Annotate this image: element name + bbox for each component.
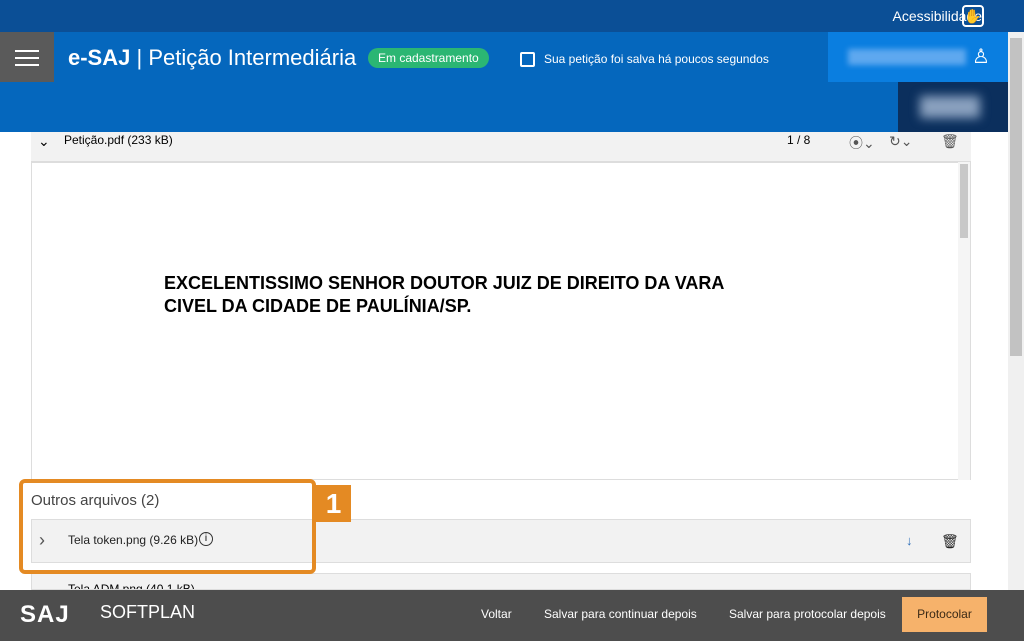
protocolar-button[interactable]: Protocolar xyxy=(902,597,987,632)
page-title: e-SAJ | Petição Intermediária xyxy=(68,45,356,71)
pdf-viewer xyxy=(31,162,971,480)
pdf-line-1: EXCELENTISSIMO SENHOR DOUTOR JUIZ DE DIR… xyxy=(164,273,725,293)
page-counter: 1 / 8 xyxy=(787,133,811,147)
user-menu[interactable]: ♙ xyxy=(828,32,1008,82)
blurred-logo xyxy=(920,96,980,118)
save-icon xyxy=(520,52,535,67)
user-icon[interactable]: ♙ xyxy=(972,44,990,69)
file-name-truncated: Tela ADM.png (40.1 kB) xyxy=(68,582,195,590)
trash-icon[interactable]: 🗑 xyxy=(941,533,959,550)
delete-pdf-icon[interactable]: 🗑 xyxy=(941,133,959,150)
status-badge: Em cadastramento xyxy=(368,48,489,68)
download-icon[interactable]: ↓ xyxy=(906,533,913,548)
page-scroll-thumb[interactable] xyxy=(1010,38,1022,356)
hamburger-menu-button[interactable] xyxy=(0,32,54,82)
pdf-page-content: EXCELENTISSIMO SENHOR DOUTOR JUIZ DE DIR… xyxy=(164,272,804,318)
back-button[interactable]: Voltar xyxy=(481,607,512,621)
chevron-down-icon[interactable]: ⌄ xyxy=(38,133,50,150)
annotation-highlight xyxy=(19,479,316,574)
accessibility-icon[interactable]: ✋ xyxy=(962,5,984,27)
top-accessibility-bar xyxy=(0,0,1024,32)
viewer-scroll-thumb[interactable] xyxy=(960,164,968,238)
save-continue-button[interactable]: Salvar para continuar depois xyxy=(544,607,697,621)
saj-logo: SAJ xyxy=(20,601,70,628)
annotation-badge: 1 xyxy=(316,485,351,522)
softplan-logo: SOFTPLAN xyxy=(100,602,196,622)
save-status-text: Sua petição foi salva há poucos segundos xyxy=(544,52,769,66)
blurred-user-name xyxy=(848,49,966,65)
court-logo xyxy=(898,82,1008,132)
rotate-icon[interactable]: ↻⌄ xyxy=(889,133,912,150)
file-row[interactable]: Tela ADM.png (40.1 kB) xyxy=(31,573,971,590)
title-separator: | xyxy=(136,45,149,70)
pdf-file-name: Petição.pdf (233 kB) xyxy=(64,133,173,147)
zoom-icon[interactable]: ⦿⌄ xyxy=(849,133,875,153)
petition-title: Petição Intermediária xyxy=(148,45,357,70)
brand-name: e-SAJ xyxy=(68,45,131,70)
pdf-line-2: CIVEL DA CIDADE DE PAULÍNIA/SP. xyxy=(164,296,472,316)
save-protocol-later-button[interactable]: Salvar para protocolar depois xyxy=(729,607,886,621)
